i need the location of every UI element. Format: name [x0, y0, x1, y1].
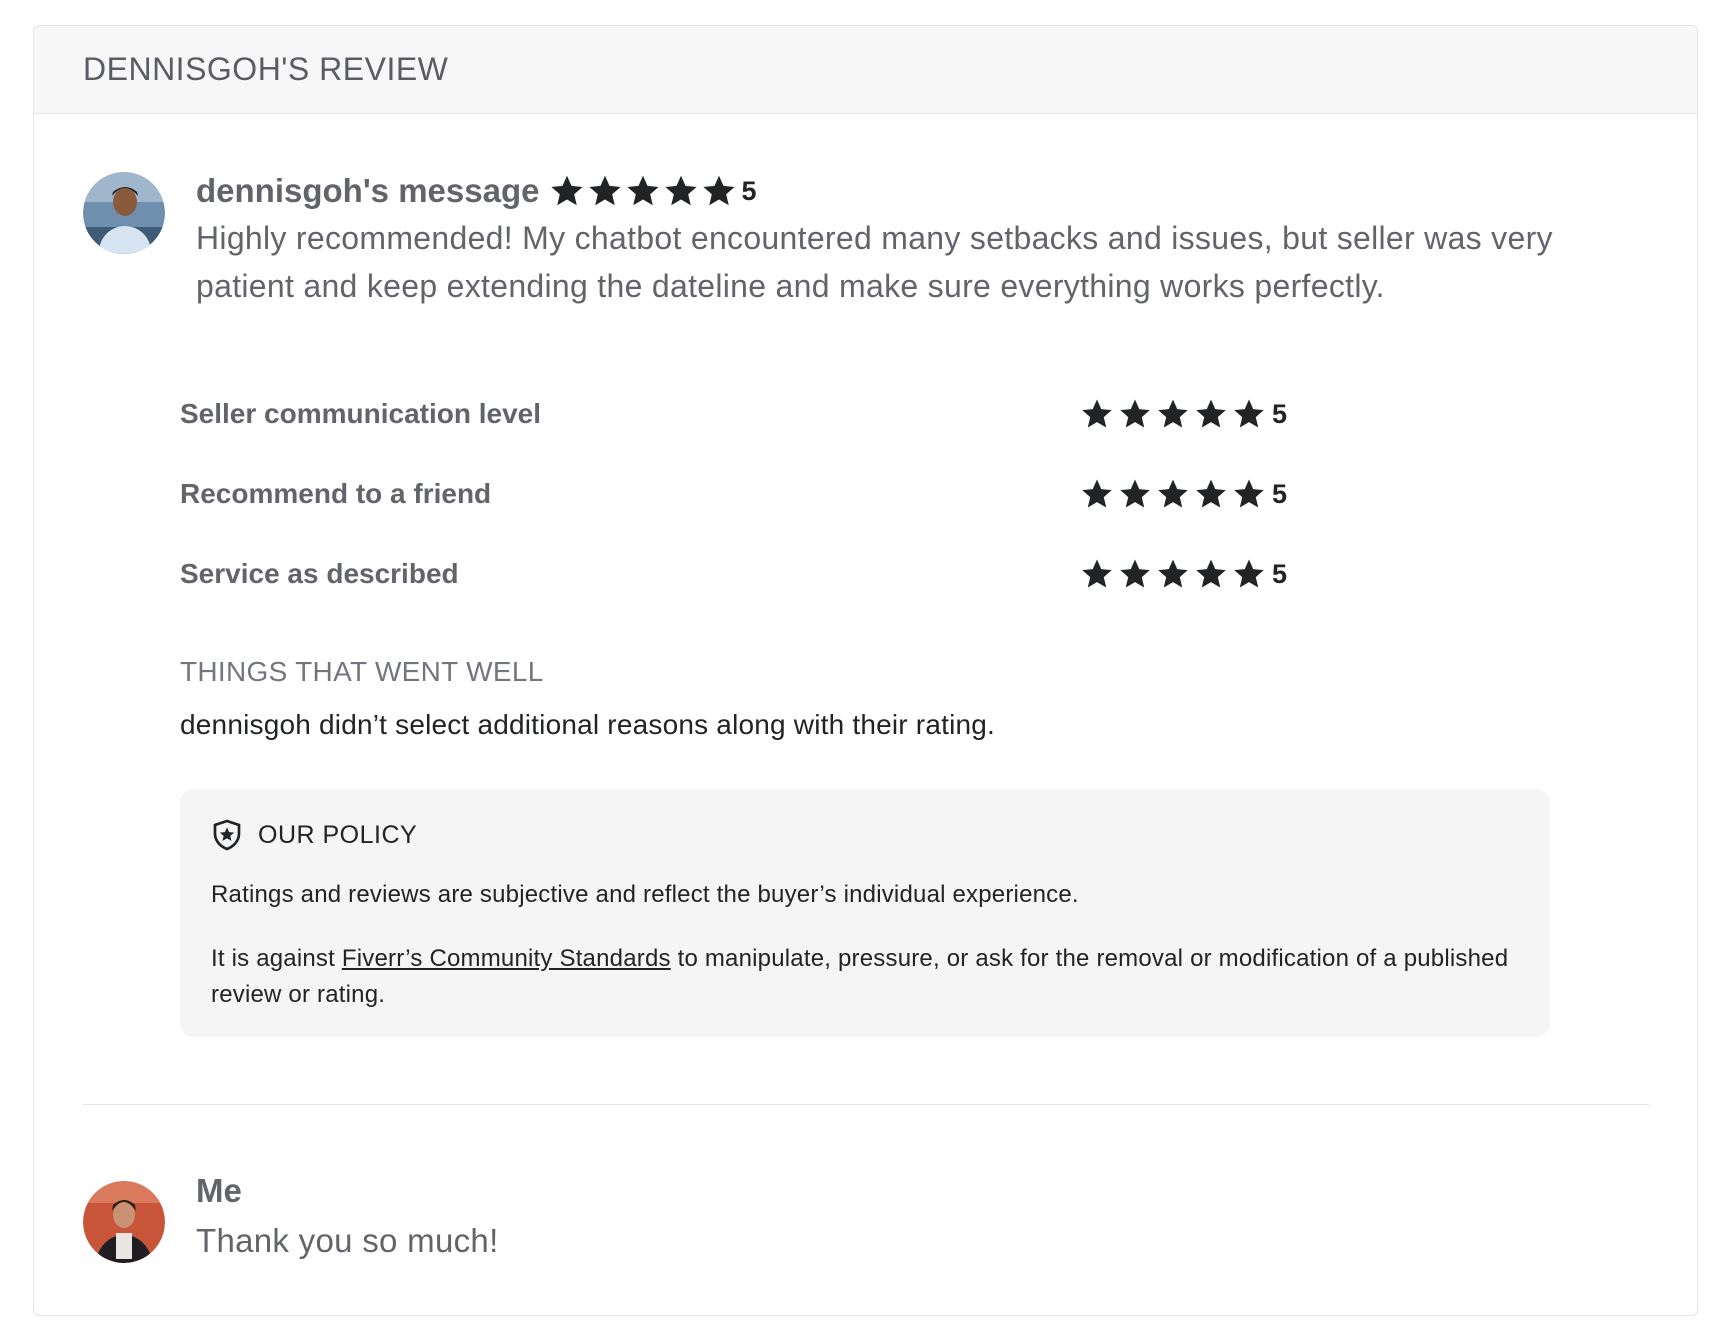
buyer-star-rating: 5 [549, 173, 757, 209]
star-icon [1234, 559, 1264, 588]
star-icon [551, 175, 584, 206]
star-icon [1120, 559, 1150, 588]
rating-criteria: Seller communication level 5 Recommend t… [180, 394, 1300, 634]
criteria-star-rating: 5 [1080, 474, 1287, 514]
buyer-message-header: dennisgoh's message 5 [196, 168, 757, 214]
star-icon [1120, 479, 1150, 508]
criteria-rating-value: 5 [1272, 478, 1288, 509]
policy-box: OUR POLICY Ratings and reviews are subje… [180, 789, 1550, 1037]
star-icon [1234, 479, 1264, 508]
star-icon [589, 175, 622, 206]
criteria-row: Service as described 5 [180, 554, 1300, 634]
criteria-star-rating: 5 [1080, 394, 1287, 434]
star-icon [627, 175, 660, 206]
star-icon [665, 175, 698, 206]
star-icon [1196, 399, 1226, 428]
criteria-label: Service as described [180, 558, 459, 589]
criteria-label: Seller communication level [180, 398, 542, 429]
review-header: DENNISGOH'S REVIEW [34, 26, 1697, 114]
criteria-rating-value: 5 [1272, 398, 1288, 429]
things-went-well-title: THINGS THAT WENT WELL [180, 656, 544, 687]
criteria-label: Recommend to a friend [180, 478, 492, 509]
buyer-message-author[interactable]: dennisgoh's message [196, 172, 539, 210]
reply-author: Me [196, 1172, 242, 1209]
policy-paragraph: Ratings and reviews are subjective and r… [211, 881, 1079, 908]
reply-text: Thank you so much! [196, 1222, 499, 1259]
buyer-rating-value: 5 [741, 175, 757, 206]
seller-avatar[interactable] [83, 1181, 165, 1263]
star-icon [1120, 399, 1150, 428]
star-icon [1082, 479, 1112, 508]
divider [83, 1104, 1649, 1105]
seller-avatar-image [83, 1181, 165, 1263]
star-icon [1158, 479, 1188, 508]
review-title: DENNISGOH'S REVIEW [83, 51, 449, 87]
policy-title: OUR POLICY [258, 820, 418, 849]
star-icon [1082, 399, 1112, 428]
things-went-well-text: dennisgoh didn’t select additional reaso… [180, 709, 996, 740]
star-icon [1158, 559, 1188, 588]
community-standards-link[interactable]: Fiverr’s Community Standards [342, 945, 671, 972]
buyer-avatar-image [83, 172, 165, 254]
criteria-star-rating: 5 [1080, 554, 1287, 594]
policy-header: OUR POLICY [211, 819, 417, 851]
criteria-row: Recommend to a friend 5 [180, 474, 1300, 554]
star-icon [1082, 559, 1112, 588]
policy-paragraph: It is against Fiverr’s Community Standar… [211, 941, 1521, 1013]
shield-star-icon [213, 819, 241, 851]
review-card: DENNISGOH'S REVIEW dennisgoh's message 5 [33, 25, 1698, 1316]
star-icon [1196, 559, 1226, 588]
criteria-rating-value: 5 [1272, 558, 1288, 589]
buyer-avatar[interactable] [83, 172, 165, 254]
star-icon [1196, 479, 1226, 508]
buyer-message-text: Highly recommended! My chatbot encounter… [196, 220, 1553, 304]
star-icon [703, 175, 736, 206]
star-icon [1158, 399, 1188, 428]
criteria-row: Seller communication level 5 [180, 394, 1300, 474]
star-icon [1234, 399, 1264, 428]
policy-text: It is against [211, 945, 342, 972]
